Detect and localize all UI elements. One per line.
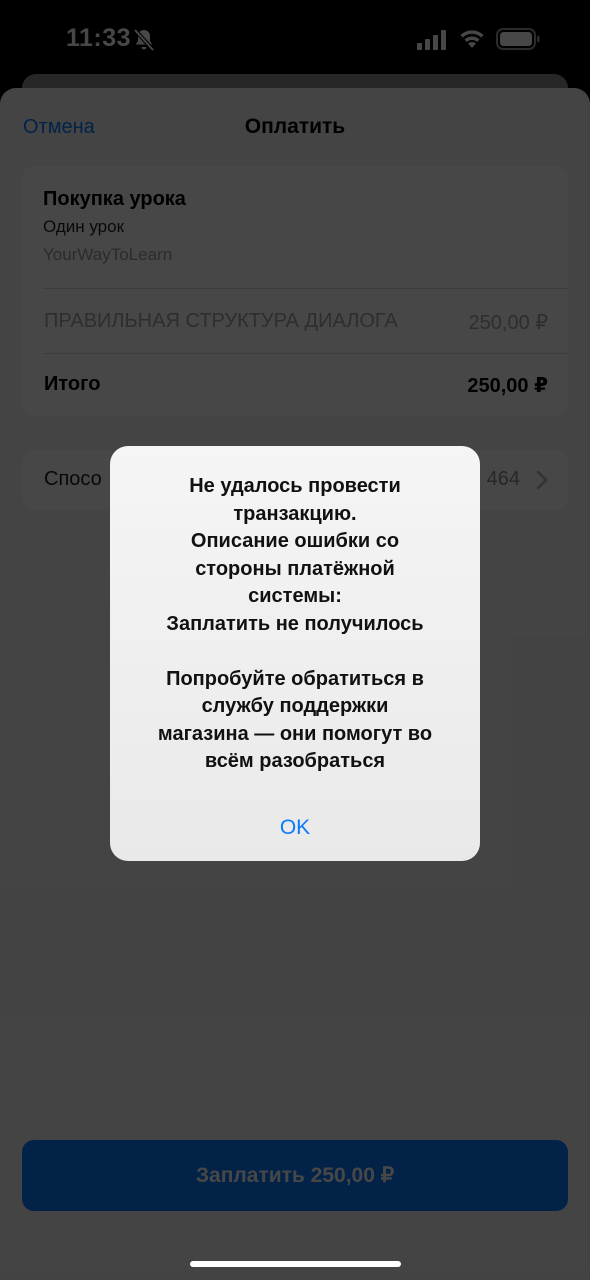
payment-method-label: Спосо — [44, 468, 102, 490]
order-summary-card: Покупка урока Один урок YourWayToLearn П… — [22, 166, 568, 416]
status-bar: 11:33 — [0, 0, 590, 80]
line-item-name: ПРАВИЛЬНАЯ СТРУКТУРА ДИАЛОГА — [44, 310, 398, 332]
alert-message: Не удалось провести транзакцию. Описание… — [157, 475, 433, 772]
error-alert: Не удалось провести транзакцию. Описание… — [110, 446, 480, 861]
home-indicator — [190, 1261, 401, 1267]
bell-slash-icon — [133, 28, 155, 52]
total-value: 250,00 ₽ — [467, 375, 548, 397]
product-title: Покупка урока — [43, 188, 186, 210]
divider — [43, 353, 568, 354]
battery-icon — [496, 28, 540, 50]
sheet-title: Оплатить — [244, 115, 346, 138]
status-time: 11:33 — [66, 24, 132, 52]
signal-icon — [417, 30, 446, 50]
ok-button[interactable]: OK — [110, 808, 480, 848]
chevron-right-icon — [536, 470, 548, 490]
pay-button[interactable]: Заплатить 250,00 ₽ — [22, 1140, 568, 1211]
payment-method-value: 464 — [486, 468, 520, 490]
total-label: Итого — [44, 373, 101, 395]
line-item-price: 250,00 ₽ — [468, 312, 548, 334]
total-row: Итого 250,00 ₽ — [44, 373, 548, 398]
divider — [43, 288, 568, 289]
line-item-row: ПРАВИЛЬНАЯ СТРУКТУРА ДИАЛОГА 250,00 ₽ — [44, 310, 548, 335]
wifi-icon — [460, 30, 484, 48]
product-subtitle: Один урок — [43, 217, 125, 236]
seller-name: YourWayToLearn — [43, 245, 173, 264]
